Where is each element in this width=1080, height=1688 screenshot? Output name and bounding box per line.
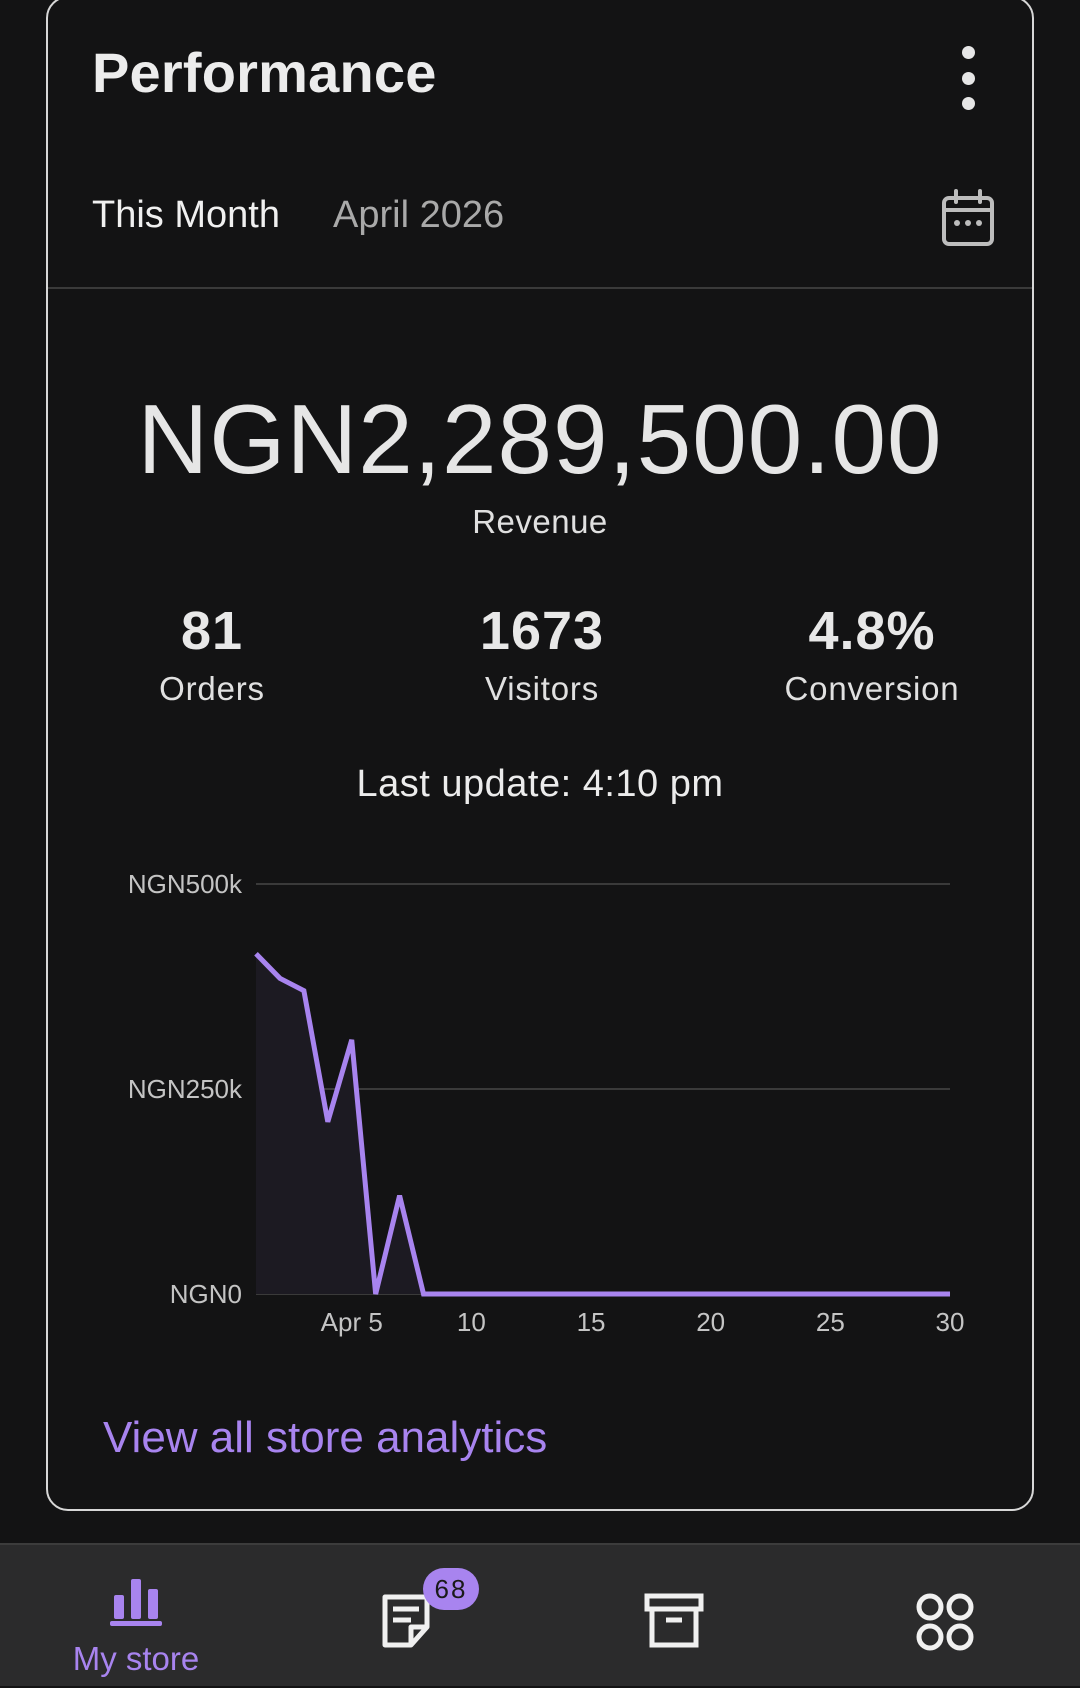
- nav-label: My store: [36, 1640, 236, 1678]
- y-tick-label: NGN500k: [128, 869, 243, 899]
- stat-label: Visitors: [392, 670, 692, 708]
- calendar-icon[interactable]: [940, 188, 996, 248]
- period-label[interactable]: This Month: [92, 194, 280, 237]
- stat-conversion: 4.8% Conversion: [722, 600, 1022, 708]
- revenue-label: Revenue: [48, 503, 1032, 541]
- card-title: Performance: [92, 40, 437, 105]
- stat-value: 81: [62, 600, 362, 662]
- stat-label: Orders: [62, 670, 362, 708]
- stat-label: Conversion: [722, 670, 1022, 708]
- x-tick-label: 25: [816, 1307, 845, 1337]
- nav-menu[interactable]: [844, 1545, 1044, 1688]
- archive-icon: [644, 1593, 704, 1649]
- nav-orders[interactable]: [305, 1545, 505, 1688]
- x-tick-label: 30: [936, 1307, 965, 1337]
- bottom-nav: My store 68: [0, 1543, 1080, 1686]
- nav-my-store[interactable]: My store: [36, 1545, 236, 1688]
- x-tick-label: Apr 5: [321, 1307, 383, 1337]
- x-tick-label: 20: [696, 1307, 725, 1337]
- orders-icon: [381, 1593, 431, 1649]
- stat-visitors: 1673 Visitors: [392, 600, 692, 708]
- period-value[interactable]: April 2026: [333, 194, 504, 237]
- last-update: Last update: 4:10 pm: [48, 763, 1032, 806]
- view-analytics-link[interactable]: View all store analytics: [103, 1413, 547, 1463]
- stat-orders: 81 Orders: [62, 600, 362, 708]
- nav-products[interactable]: [574, 1545, 774, 1688]
- menu-grid-icon: [916, 1593, 974, 1651]
- y-tick-label: NGN0: [170, 1279, 242, 1309]
- divider: [48, 287, 1032, 289]
- performance-card: Performance This Month April 2026 NGN2,2…: [46, 0, 1034, 1511]
- revenue-chart: NGN500k NGN250k NGN0 Apr 5 10 15 20 25 30: [48, 858, 1032, 1358]
- stat-value: 4.8%: [722, 600, 1022, 662]
- more-vert-icon[interactable]: [948, 46, 988, 110]
- x-tick-label: 15: [577, 1307, 606, 1337]
- orders-badge: 68: [423, 1568, 479, 1610]
- stat-value: 1673: [392, 600, 692, 662]
- revenue-amount: NGN2,289,500.00: [48, 383, 1032, 496]
- bar-chart-icon: [108, 1575, 164, 1627]
- y-tick-label: NGN250k: [128, 1074, 243, 1104]
- x-tick-label: 10: [457, 1307, 486, 1337]
